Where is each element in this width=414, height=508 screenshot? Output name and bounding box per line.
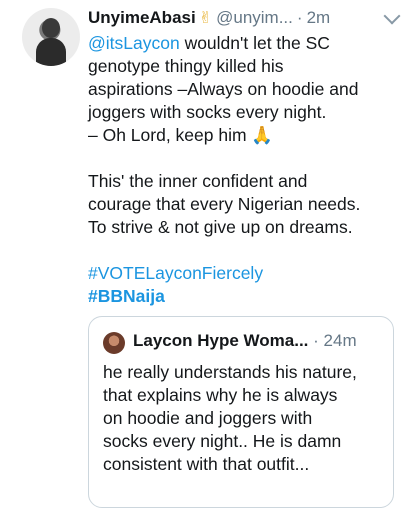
quoted-text-line: he really understands his nature, [103,362,357,382]
tweet-text-span: aspirations –Always on hoodie and [88,79,359,99]
tweet-text: @itsLaycon wouldn't let the SC genotype t… [88,32,408,308]
tweet-text-span: wouldn't let the SC [179,33,330,53]
avatar-body [36,38,66,66]
quoted-text-line: that explains why he is always [103,385,338,405]
quoted-separator-dot: · [313,331,319,350]
tweet-text-line: courage that every Nigerian needs. [88,193,408,216]
tweet-text-span: This' the inner confident and [88,171,308,191]
tweet-text-span: – Oh Lord, keep him [88,125,252,145]
tweet-time[interactable]: 2m [307,8,331,28]
tweet-header: UnyimeAbasi ✌ @unyim... · 2m [88,6,401,30]
tweet-text-line: This' the inner confident and [88,170,408,193]
tweet-text-line: @itsLaycon wouldn't let the SC [88,32,408,55]
quoted-tweet-header: Laycon Hype Woma... · 24m [133,331,357,351]
separator-dot: · [296,8,303,27]
tweet-text-span: genotype thingy killed his [88,56,284,76]
tweet-text-span: To strive & not give up on dreams. [88,217,353,237]
quoted-tweet-text: he really understands his nature, that ex… [103,361,388,476]
quoted-text-line: consistent with that outfit... [103,454,310,474]
tweet-text-line: – Oh Lord, keep him 🙏 [88,124,408,147]
tweet-text-line: To strive & not give up on dreams. [88,216,408,239]
tweet-text-line: #BBNaija [88,285,408,308]
victory-hand-emoji: ✌ [198,10,213,27]
author-handle[interactable]: @unyim... [216,8,293,28]
tweet-text-line: genotype thingy killed his [88,55,408,78]
quoted-author-name: Laycon Hype Woma... [133,331,309,350]
tweet-text-span: joggers with socks every night. [88,102,327,122]
tweet-text-line: joggers with socks every night. [88,101,408,124]
quoted-text-line: socks every night.. He is damn [103,431,342,451]
tweet-text-line: aspirations –Always on hoodie and [88,78,408,101]
avatar-head [42,18,60,38]
quoted-tweet[interactable]: Laycon Hype Woma... · 24m he really unde… [88,316,394,508]
quoted-author-avatar [103,332,125,354]
tweet-text-span: courage that every Nigerian needs. [88,194,361,214]
hashtag-link[interactable]: #VOTELayconFiercely [88,263,263,283]
mention-link[interactable]: @itsLaycon [88,33,180,53]
quoted-tweet-time: 24m [323,331,357,350]
tweet-text-line: #VOTELayconFiercely [88,262,408,285]
author-name[interactable]: UnyimeAbasi [88,8,196,28]
praying-hands-emoji: 🙏 [251,125,274,145]
hashtag-link[interactable]: #BBNaija [88,286,165,306]
chevron-down-icon[interactable] [383,7,401,25]
quoted-text-line: on hoodie and joggers with [103,408,313,428]
author-avatar[interactable] [22,8,80,66]
tweet[interactable]: UnyimeAbasi ✌ @unyim... · 2m @itsLaycon … [0,0,414,508]
